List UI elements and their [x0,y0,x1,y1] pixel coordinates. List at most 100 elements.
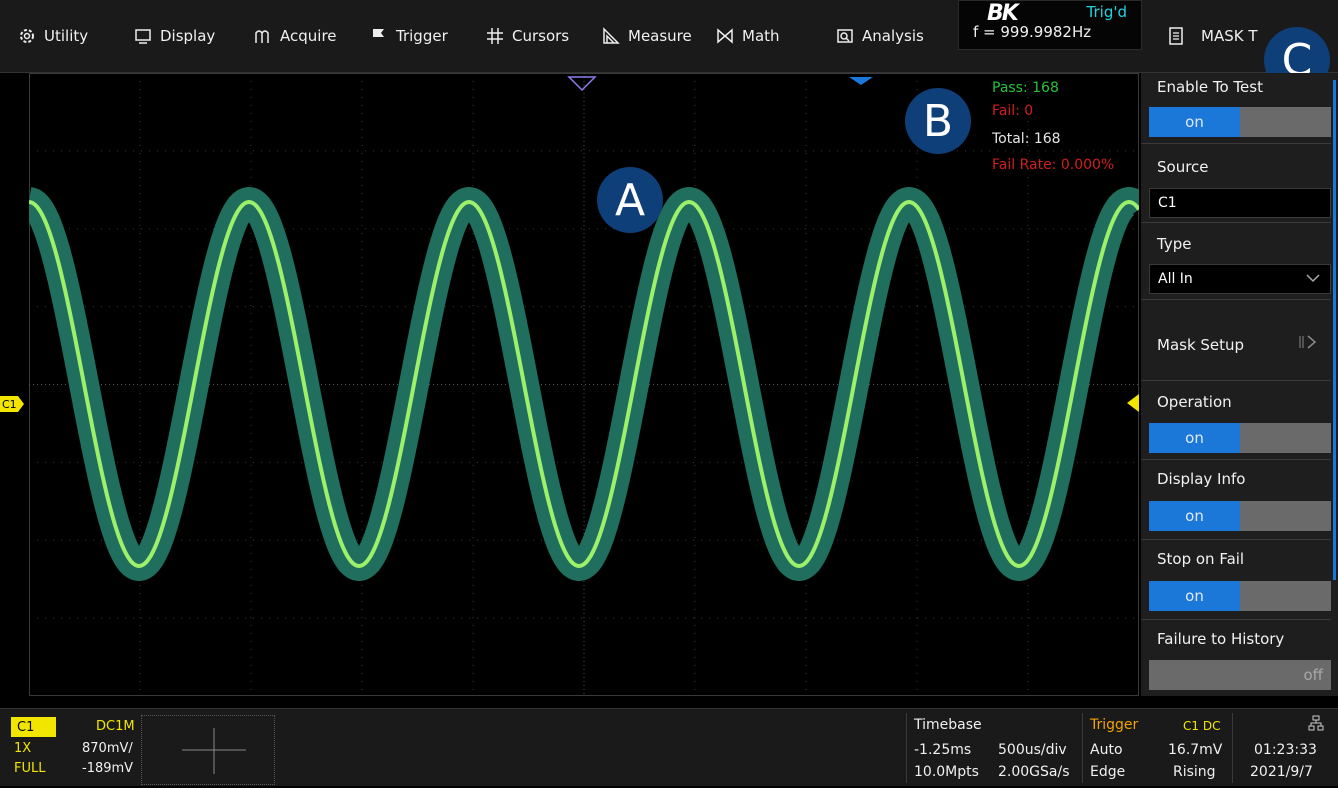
analysis-icon [836,27,854,45]
operation-label: Operation [1157,393,1232,411]
menu-measure[interactable]: Measure [602,0,692,72]
timebase-delay: -1.25ms [914,742,972,758]
menu-acquire-label: Acquire [280,27,337,45]
channel-probe: 1X [14,741,32,756]
channel-bandwidth: FULL [14,761,46,776]
channel-coupling: DC1M [96,719,135,734]
trigger-position-marker [567,76,597,92]
plus-icon [182,728,246,774]
menu-trigger[interactable]: Trigger [370,0,448,72]
toggle-off-state [1240,423,1331,453]
measure-icon [602,27,620,45]
menu-acquire[interactable]: Acquire [254,0,337,72]
type-select-value: All In [1158,271,1193,287]
timebase-scale: 500us/div [998,742,1067,758]
submenu-arrow-icon [1297,334,1319,354]
menu-display[interactable]: Display [134,0,215,72]
trigger-type: Edge [1090,764,1126,780]
gear-icon [18,27,36,45]
horizontal-position-marker [849,77,873,85]
channel-offset-marker[interactable]: C1 [0,396,24,412]
type-select[interactable]: All In [1149,264,1331,294]
menu-utility[interactable]: Utility [18,0,88,72]
menu-cursors[interactable]: Cursors [486,0,569,72]
menu-display-label: Display [160,27,216,45]
frequency-readout: f = 999.9982Hz [973,23,1092,41]
menu-trigger-label: Trigger [396,27,448,45]
divider [1082,713,1083,783]
menu-analysis-label: Analysis [862,27,924,45]
panel-title-label: MASK T [1201,27,1258,45]
menu-bar: Utility Display Acquire Trigger Cursors … [0,0,1338,73]
channel-badge[interactable]: C1 [11,717,56,737]
menu-analysis[interactable]: Analysis [836,0,924,72]
trigger-slope: Rising [1173,764,1216,780]
trigger-label[interactable]: Trigger [1090,717,1138,733]
total-count: Total: 168 [992,131,1061,147]
operation-toggle[interactable]: on [1149,423,1331,453]
toggle-on-state: on [1149,501,1240,531]
cursors-icon [486,27,504,45]
toggle-off-state [1240,501,1331,531]
enable-to-test-toggle[interactable]: on [1149,107,1331,137]
type-label: Type [1157,235,1192,253]
channel-add-placeholder[interactable] [141,715,275,785]
toggle-off-state: off [1149,660,1331,690]
stop-on-fail-section: Stop on Fail on [1141,540,1331,620]
menu-measure-label: Measure [628,27,692,45]
trigger-level-marker[interactable] [1127,394,1139,412]
fail-rate: Fail Rate: 0.000% [992,157,1115,173]
menu-cursors-label: Cursors [512,27,570,45]
toggle-off-state [1240,581,1331,611]
stop-on-fail-label: Stop on Fail [1157,550,1245,568]
divider [906,713,907,783]
toggle-on-state: on [1149,107,1240,137]
network-icon [1308,715,1324,735]
callout-a: A [597,167,663,233]
trigger-level: 16.7mV [1168,742,1223,758]
chevron-down-icon [1306,271,1320,289]
menu-math[interactable]: Math [716,0,780,72]
document-icon [1169,27,1183,45]
timebase-label[interactable]: Timebase [914,717,982,733]
display-info-section: Display Info on [1141,460,1331,540]
pass-count: Pass: 168 [992,80,1059,96]
source-section: Source C1 [1141,144,1331,223]
stop-on-fail-toggle[interactable]: on [1149,581,1331,611]
waveform-plot [29,73,1139,696]
sample-rate: 2.00GSa/s [998,764,1070,780]
callout-b: B [905,88,971,154]
enable-to-test-label: Enable To Test [1157,78,1263,96]
divider [1232,713,1233,783]
enable-to-test-section: Enable To Test on [1141,73,1331,144]
channel-offset: -189mV [82,761,134,776]
channel-scale: 870mV/ [82,741,133,756]
source-label: Source [1157,158,1209,176]
trigger-source: C1 DC [1183,719,1221,733]
acquire-icon [254,27,272,45]
mask-setup-item[interactable]: Mask Setup [1141,300,1331,381]
toggle-off-state [1240,107,1331,137]
waveform-display[interactable] [29,73,1139,696]
math-icon [716,27,734,45]
source-field[interactable]: C1 [1149,188,1331,218]
display-info-label: Display Info [1157,470,1246,488]
memory-depth: 10.0Mpts [914,764,979,780]
menu-math-label: Math [742,27,780,45]
status-box: BK Trig'd f = 999.9982Hz [958,0,1142,50]
flag-icon [370,27,388,45]
failure-to-history-section: Failure to History off [1141,620,1331,696]
monitor-icon [134,27,152,45]
toggle-on-state: on [1149,423,1240,453]
failure-to-history-toggle[interactable]: off [1149,660,1331,690]
display-info-toggle[interactable]: on [1149,501,1331,531]
menu-utility-label: Utility [44,27,89,45]
mask-setup-label: Mask Setup [1157,336,1245,354]
clock-date: 2021/9/7 [1250,764,1313,780]
bottom-status-bar: C1 DC1M 1X 870mV/ FULL -189mV Timebase -… [0,708,1338,786]
mask-test-panel: Enable To Test on Source C1 Type All In … [1141,73,1338,696]
toggle-on-state: on [1149,581,1240,611]
failure-to-history-label: Failure to History [1157,630,1285,648]
trigger-state: Trig'd [1086,3,1127,21]
panel-scrollbar[interactable] [1333,80,1336,580]
